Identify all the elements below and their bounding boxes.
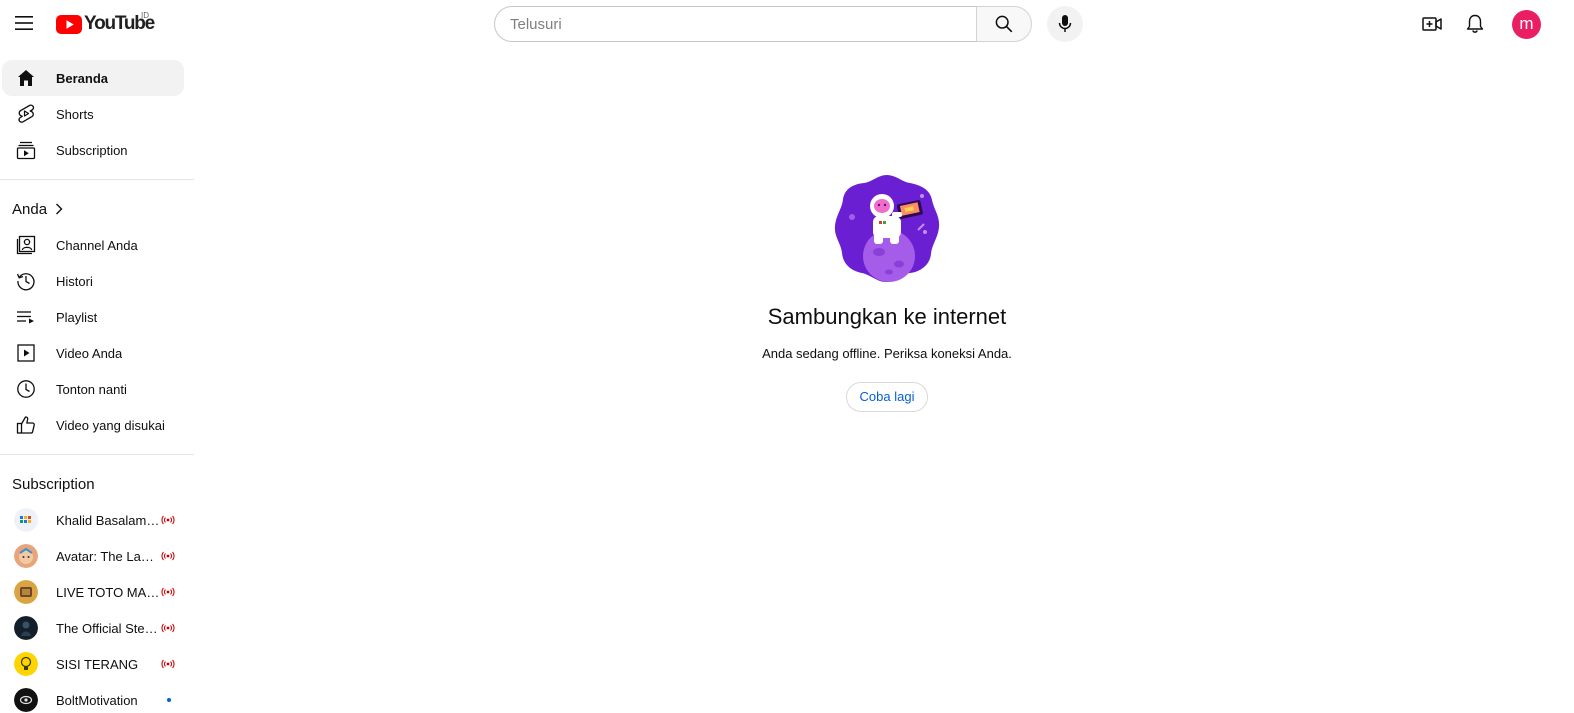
liked-videos-icon bbox=[14, 413, 38, 437]
subscription-item[interactable]: SISI TERANG bbox=[2, 646, 184, 682]
sidebar-item-label: Channel Anda bbox=[56, 237, 138, 253]
youtube-play-icon bbox=[56, 14, 82, 34]
chevron-right-icon bbox=[55, 203, 63, 215]
create-button[interactable] bbox=[1414, 6, 1450, 42]
sidebar-item-subscriptions[interactable]: Subscription bbox=[2, 132, 184, 168]
offline-message: Sambungkan ke internet Anda sedang offli… bbox=[716, 172, 1058, 412]
search-box bbox=[494, 6, 1032, 42]
you-section-title: Anda bbox=[12, 200, 48, 218]
search-button[interactable] bbox=[976, 6, 1032, 42]
sidebar-item-label: Histori bbox=[56, 273, 93, 289]
channel-avatar bbox=[14, 652, 38, 676]
youtube-logo[interactable]: YouTube bbox=[56, 12, 155, 36]
sidebar-item-label: Shorts bbox=[56, 106, 94, 122]
subscription-name: Avatar: The Last Airbender bbox=[56, 548, 160, 564]
live-indicator-icon bbox=[160, 550, 176, 562]
subscriptions-section-title: Subscription bbox=[12, 475, 95, 493]
microphone-icon bbox=[1058, 15, 1072, 32]
sidebar-divider bbox=[0, 179, 194, 180]
sidebar-item-label: Video Anda bbox=[56, 345, 123, 361]
voice-search-button[interactable] bbox=[1047, 6, 1083, 42]
channel-avatar bbox=[14, 544, 38, 568]
offline-description: Anda sedang offline. Periksa koneksi And… bbox=[762, 346, 1012, 361]
sidebar-item-your-channel[interactable]: Channel Anda bbox=[2, 227, 184, 263]
your-channel-icon bbox=[14, 233, 38, 257]
retry-button[interactable]: Coba lagi bbox=[845, 382, 929, 412]
subscription-name: Khalid Basalamah Official bbox=[56, 512, 160, 528]
channel-avatar bbox=[14, 508, 38, 532]
masthead: YouTube ID m bbox=[0, 0, 1574, 56]
subscription-item[interactable]: Avatar: The Last Airbender bbox=[2, 538, 184, 574]
watch-later-icon bbox=[14, 377, 38, 401]
search-icon bbox=[995, 15, 1013, 33]
create-video-icon bbox=[1422, 17, 1442, 31]
guide-sidebar: Beranda Shorts Subscription Anda Channel… bbox=[0, 56, 196, 713]
live-indicator-icon bbox=[160, 586, 176, 598]
sidebar-item-label: Tonton nanti bbox=[56, 381, 127, 397]
sidebar-item-label: Playlist bbox=[56, 309, 98, 325]
hamburger-icon bbox=[15, 16, 33, 30]
new-content-dot bbox=[167, 698, 171, 702]
notifications-button[interactable] bbox=[1457, 6, 1493, 42]
shorts-icon bbox=[14, 102, 38, 126]
channel-avatar bbox=[14, 688, 38, 712]
subscription-name: SISI TERANG bbox=[56, 656, 139, 672]
sidebar-item-home[interactable]: Beranda bbox=[2, 60, 184, 96]
live-indicator-icon bbox=[160, 658, 176, 670]
country-code: ID bbox=[141, 11, 149, 20]
subscription-name: BoltMotivation bbox=[56, 692, 138, 708]
channel-avatar bbox=[14, 580, 38, 604]
sidebar-item-label: Subscription bbox=[56, 142, 128, 158]
playlist-icon bbox=[14, 305, 38, 329]
your-videos-icon bbox=[14, 341, 38, 365]
account-avatar[interactable]: m bbox=[1512, 10, 1541, 39]
history-icon bbox=[14, 269, 38, 293]
sidebar-item-liked-videos[interactable]: Video yang disukai bbox=[2, 407, 184, 443]
bell-icon bbox=[1466, 14, 1484, 33]
subscription-name: LIVE TOTO MACAU bbox=[56, 584, 160, 600]
sidebar-item-history[interactable]: Histori bbox=[2, 263, 184, 299]
subscription-item[interactable]: BoltMotivation bbox=[2, 682, 184, 713]
live-indicator-icon bbox=[160, 514, 176, 526]
subscription-name: The Official Steve Harvey bbox=[56, 620, 160, 636]
offline-astronaut-illustration bbox=[834, 175, 940, 282]
sidebar-divider bbox=[0, 454, 194, 455]
sidebar-item-shorts[interactable]: Shorts bbox=[2, 96, 184, 132]
offline-title: Sambungkan ke internet bbox=[767, 304, 1007, 329]
subscription-item[interactable]: Khalid Basalamah Official bbox=[2, 502, 184, 538]
sidebar-item-label: Video yang disukai bbox=[56, 417, 165, 433]
channel-avatar bbox=[14, 616, 38, 640]
sidebar-item-label: Beranda bbox=[56, 70, 109, 86]
live-indicator-icon bbox=[160, 622, 176, 634]
subscription-item[interactable]: LIVE TOTO MACAU bbox=[2, 574, 184, 610]
subscriptions-section-header: Subscription bbox=[0, 466, 196, 502]
sidebar-item-your-videos[interactable]: Video Anda bbox=[2, 335, 184, 371]
you-section-header[interactable]: Anda bbox=[0, 191, 196, 227]
sidebar-item-watch-later[interactable]: Tonton nanti bbox=[2, 371, 184, 407]
guide-menu-button[interactable] bbox=[8, 7, 40, 39]
subscription-item[interactable]: The Official Steve Harvey bbox=[2, 610, 184, 646]
subscriptions-icon bbox=[14, 138, 38, 162]
home-icon bbox=[14, 66, 38, 90]
sidebar-item-playlists[interactable]: Playlist bbox=[2, 299, 184, 335]
search-input[interactable] bbox=[494, 6, 976, 42]
